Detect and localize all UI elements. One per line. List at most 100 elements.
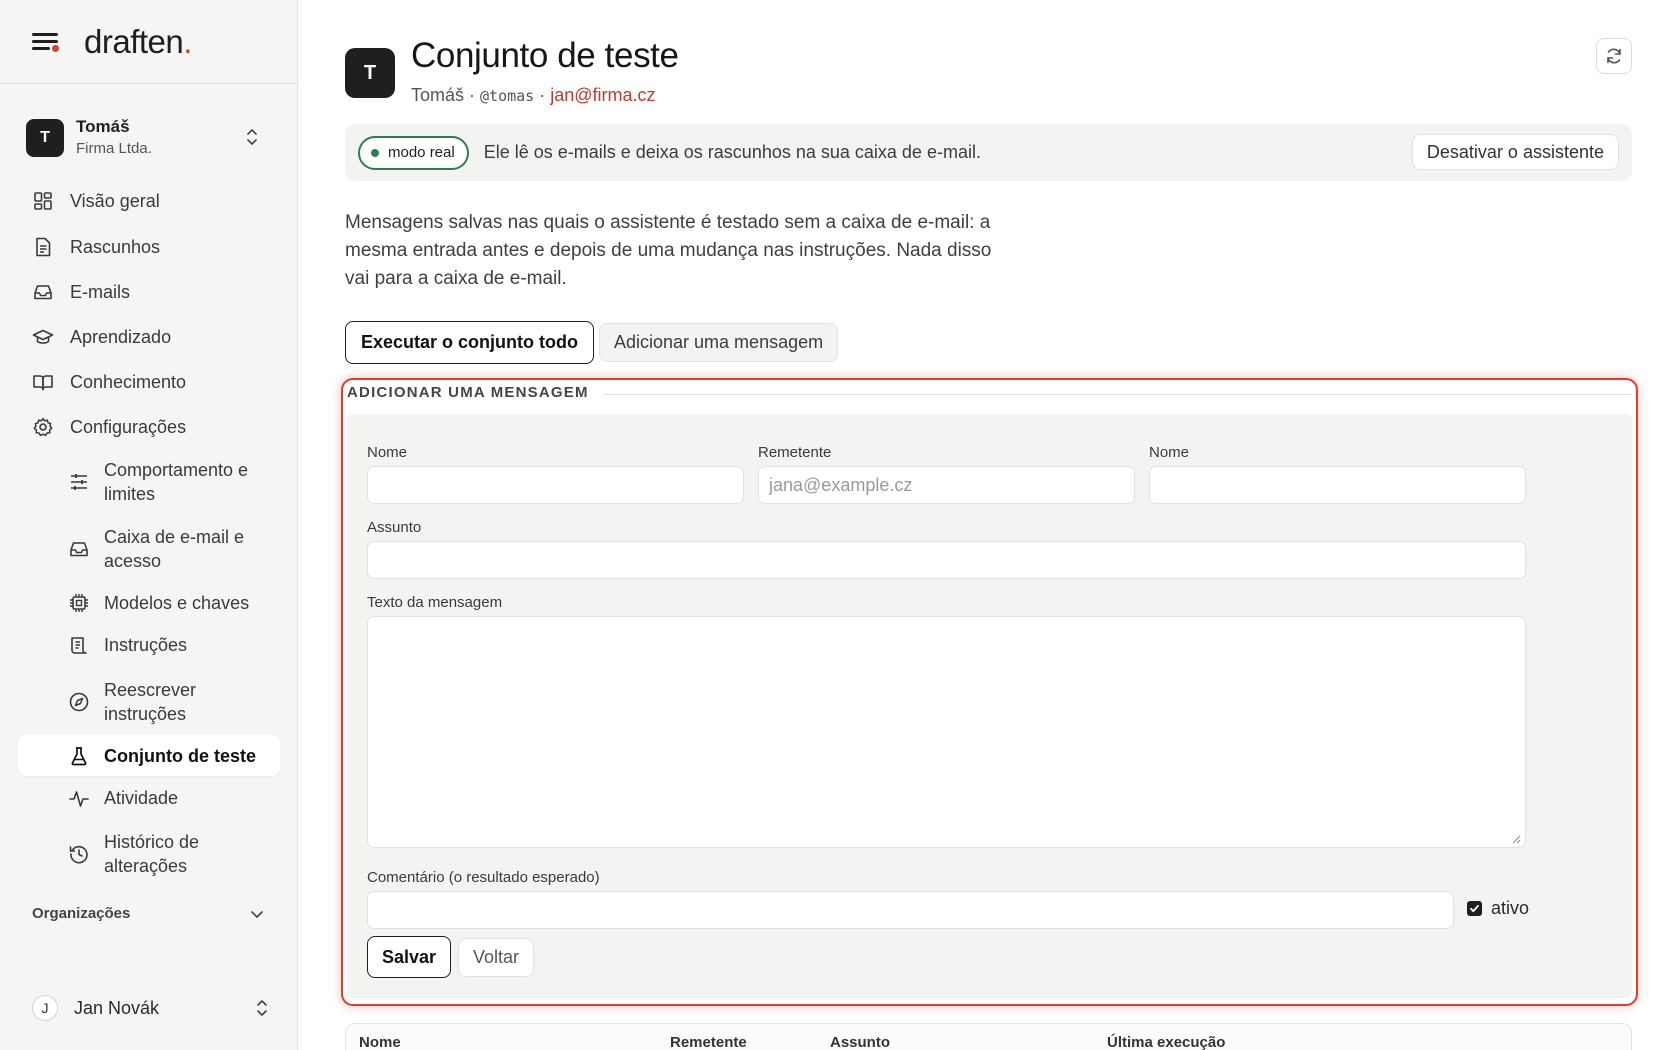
column-header[interactable]: Última execução <box>1107 1034 1225 1050</box>
flask-icon <box>71 746 87 765</box>
active-label: ativo <box>1491 898 1530 918</box>
nav-item-behavior[interactable]: Comportamento e limites <box>18 456 280 508</box>
form-body: Nome Remetente Nome Assunto Texto da men… <box>347 414 1632 998</box>
document-icon <box>36 237 51 257</box>
comment-field[interactable] <box>367 891 1454 929</box>
chevron-down-icon <box>251 910 263 918</box>
refresh-icon <box>1607 48 1621 64</box>
status-badge: modo real <box>358 135 469 170</box>
brand-row: draften. <box>0 0 297 84</box>
nav-label: Histórico de alterações <box>104 832 200 876</box>
column-header[interactable]: Remetente <box>670 1034 747 1050</box>
active-toggle[interactable]: ativo <box>1467 898 1529 919</box>
column-header[interactable]: Nome <box>359 1034 401 1050</box>
chevron-up-down-icon <box>257 1000 267 1016</box>
active-checkbox[interactable] <box>1467 901 1482 916</box>
page-avatar: T <box>345 48 395 98</box>
main-content: T Conjunto de teste Tomáš · @tomas · jan… <box>298 0 1680 1050</box>
nav-label: Caixa de e-mail e acesso <box>104 527 245 571</box>
subject-field[interactable] <box>367 541 1526 579</box>
add-message-button[interactable]: Adicionar uma mensagem <box>599 323 839 362</box>
save-button[interactable]: Salvar <box>367 936 452 978</box>
inbox-icon <box>34 285 52 300</box>
nav-item-instructions[interactable]: Instruções <box>18 627 280 663</box>
organizations-label: Organizações <box>32 905 131 922</box>
sidebar: draften. T Tomáš Firma Ltda. Visão geral… <box>0 0 298 1050</box>
page-description: Mensagens salvas nas quais o assistente … <box>345 212 992 289</box>
nav-label: Modelos e chaves <box>104 593 250 613</box>
nav-label: Atividade <box>104 788 179 808</box>
run-all-button[interactable]: Executar o conjunto todo <box>345 321 595 364</box>
nav-label: Configurações <box>70 416 187 437</box>
nav-label: Comportamento e limites <box>104 460 249 504</box>
chevron-up-down-icon <box>247 129 257 145</box>
page-subtitle: Tomáš · @tomas · jan@firma.cz <box>411 85 656 105</box>
nav-item-learning[interactable]: Aprendizado <box>18 319 280 355</box>
nav-label: Conjunto de teste <box>104 745 256 766</box>
disable-assistant-button[interactable]: Desativar o assistente <box>1411 134 1619 170</box>
nav-label: E-mails <box>70 281 131 302</box>
add-message-form: ADICIONAR UMA MENSAGEM Nome Remetente No… <box>341 378 1638 1006</box>
cpu-chip-icon <box>70 594 88 612</box>
nav-item-history[interactable]: Histórico de alterações <box>18 828 280 880</box>
user-name: Jan Novák <box>74 997 160 1018</box>
book-open-icon <box>33 375 53 391</box>
sender-name-label: Nome <box>1149 444 1190 461</box>
nav-item-knowledge[interactable]: Conhecimento <box>18 364 280 400</box>
sender-name-field[interactable] <box>1149 466 1526 504</box>
body-label: Texto da mensagem <box>367 594 503 611</box>
brand-logo[interactable]: draften. <box>84 23 192 61</box>
nav-item-drafts[interactable]: Rascunhos <box>18 229 280 265</box>
nav-item-testset[interactable]: Conjunto de teste <box>18 735 280 776</box>
mode-description: Ele lê os e-mails e deixa os rascunhos n… <box>483 142 981 162</box>
mode-banner: modo real Ele lê os e-mails e deixa os r… <box>345 124 1632 181</box>
owner-email[interactable]: jan@firma.cz <box>550 85 655 105</box>
nav-label: Instruções <box>104 635 188 655</box>
workspace-avatar: T <box>26 119 64 157</box>
workspace-name: Tomáš <box>76 117 130 137</box>
messages-table-header: Nome Remetente Assunto Última execução <box>345 1023 1632 1050</box>
checkmark-icon <box>1470 904 1479 913</box>
gear-icon <box>33 417 53 437</box>
form-legend: ADICIONAR UMA MENSAGEM <box>347 384 603 401</box>
column-header[interactable]: Assunto <box>830 1034 890 1050</box>
graduation-cap-icon <box>32 329 54 344</box>
nav-item-models[interactable]: Modelos e chaves <box>18 585 280 621</box>
nav-item-activity[interactable]: Atividade <box>18 780 280 816</box>
nav-item-mailbox[interactable]: Caixa de e-mail e acesso <box>18 523 280 575</box>
nav-label: Conhecimento <box>70 371 187 392</box>
nav-label: Reescrever instruções <box>104 680 197 724</box>
back-button[interactable]: Voltar <box>458 938 535 977</box>
nav-label: Aprendizado <box>70 326 172 347</box>
message-body-textarea[interactable] <box>367 616 1526 848</box>
nav-label: Rascunhos <box>70 236 161 257</box>
compass-icon <box>69 692 89 712</box>
user-menu[interactable]: J Jan Novák <box>32 992 268 1024</box>
page-title: Conjunto de teste <box>411 36 679 75</box>
menu-icon[interactable] <box>32 31 60 53</box>
nav-item-emails[interactable]: E-mails <box>18 274 280 310</box>
activity-pulse-icon <box>69 791 89 807</box>
history-icon <box>69 845 88 864</box>
workspace-switcher[interactable]: T Tomáš Firma Ltda. <box>26 112 276 164</box>
name-label: Nome <box>367 444 408 461</box>
resize-handle-icon[interactable] <box>1511 834 1521 844</box>
nav-item-settings[interactable]: Configurações <box>18 409 280 445</box>
organizations-toggle[interactable]: Organizações <box>32 905 264 922</box>
comment-label: Comentário (o resultado esperado) <box>367 869 600 886</box>
sliders-icon <box>71 474 87 490</box>
name-field[interactable] <box>367 466 744 504</box>
avatar: J <box>32 995 58 1021</box>
inbox-icon <box>70 542 88 557</box>
status-dot-icon <box>371 148 379 157</box>
dashboard-icon <box>34 192 52 210</box>
nav-item-rewrite[interactable]: Reescrever instruções <box>18 676 280 728</box>
owner-name: Tomáš <box>411 85 465 105</box>
nav-label: Visão geral <box>70 190 160 211</box>
scroll-icon <box>71 637 87 654</box>
refresh-button[interactable] <box>1596 38 1632 74</box>
nav-item-overview[interactable]: Visão geral <box>18 183 280 219</box>
sender-email-field[interactable] <box>758 466 1135 504</box>
workspace-org: Firma Ltda. <box>76 140 152 158</box>
sender-label: Remetente <box>758 444 832 461</box>
